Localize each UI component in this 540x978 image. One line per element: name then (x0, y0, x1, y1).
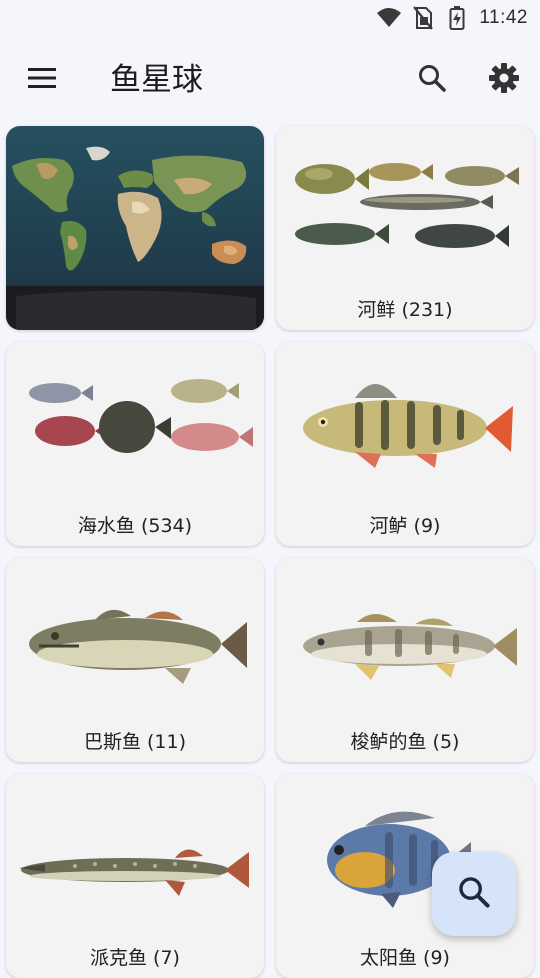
category-label: 梭鲈的鱼 (5) (350, 731, 460, 753)
category-label: 河鲜 (231) (357, 299, 453, 321)
category-card-freshwater[interactable]: 河鲜 (231) (276, 126, 534, 330)
gear-icon (488, 62, 520, 98)
saltwater-fish-image (6, 342, 264, 508)
app-bar: 鱼星球 (0, 36, 540, 122)
category-label: 巴斯鱼 (11) (83, 731, 187, 753)
category-grid: 河鲜 (231) 海水鱼 (534) 河鲈 (9) 巴斯鱼 (11) 梭鲈的鱼 … (6, 126, 534, 978)
search-button[interactable] (410, 58, 454, 102)
pike-image (6, 774, 264, 940)
category-label: 派克鱼 (7) (90, 947, 180, 969)
freshwater-fish-image (276, 126, 534, 292)
menu-icon (27, 66, 57, 94)
category-card-pike[interactable]: 派克鱼 (7) (6, 774, 264, 978)
category-label: 河鲈 (9) (369, 515, 441, 537)
world-map-image (6, 126, 264, 330)
menu-button[interactable] (20, 58, 64, 102)
battery-charging-icon (445, 6, 469, 30)
category-card-perch[interactable]: 河鲈 (9) (276, 342, 534, 546)
zander-image (276, 558, 534, 724)
status-bar: 11:42 (0, 0, 540, 36)
category-card-bass[interactable]: 巴斯鱼 (11) (6, 558, 264, 762)
perch-image (276, 342, 534, 508)
floating-search-button[interactable] (432, 852, 516, 936)
category-card-saltwater[interactable]: 海水鱼 (534) (6, 342, 264, 546)
search-icon (457, 875, 491, 913)
settings-button[interactable] (482, 58, 526, 102)
no-sim-icon (411, 6, 435, 30)
page-title: 鱼星球 (110, 62, 203, 98)
category-label: 海水鱼 (534) (77, 515, 193, 537)
category-card-zander[interactable]: 梭鲈的鱼 (5) (276, 558, 534, 762)
clock: 11:42 (479, 7, 528, 28)
category-card-world[interactable] (6, 126, 264, 330)
bass-image (6, 558, 264, 724)
search-icon (417, 63, 447, 97)
category-label: 太阳鱼 (9) (360, 947, 450, 969)
wifi-icon (377, 6, 402, 30)
